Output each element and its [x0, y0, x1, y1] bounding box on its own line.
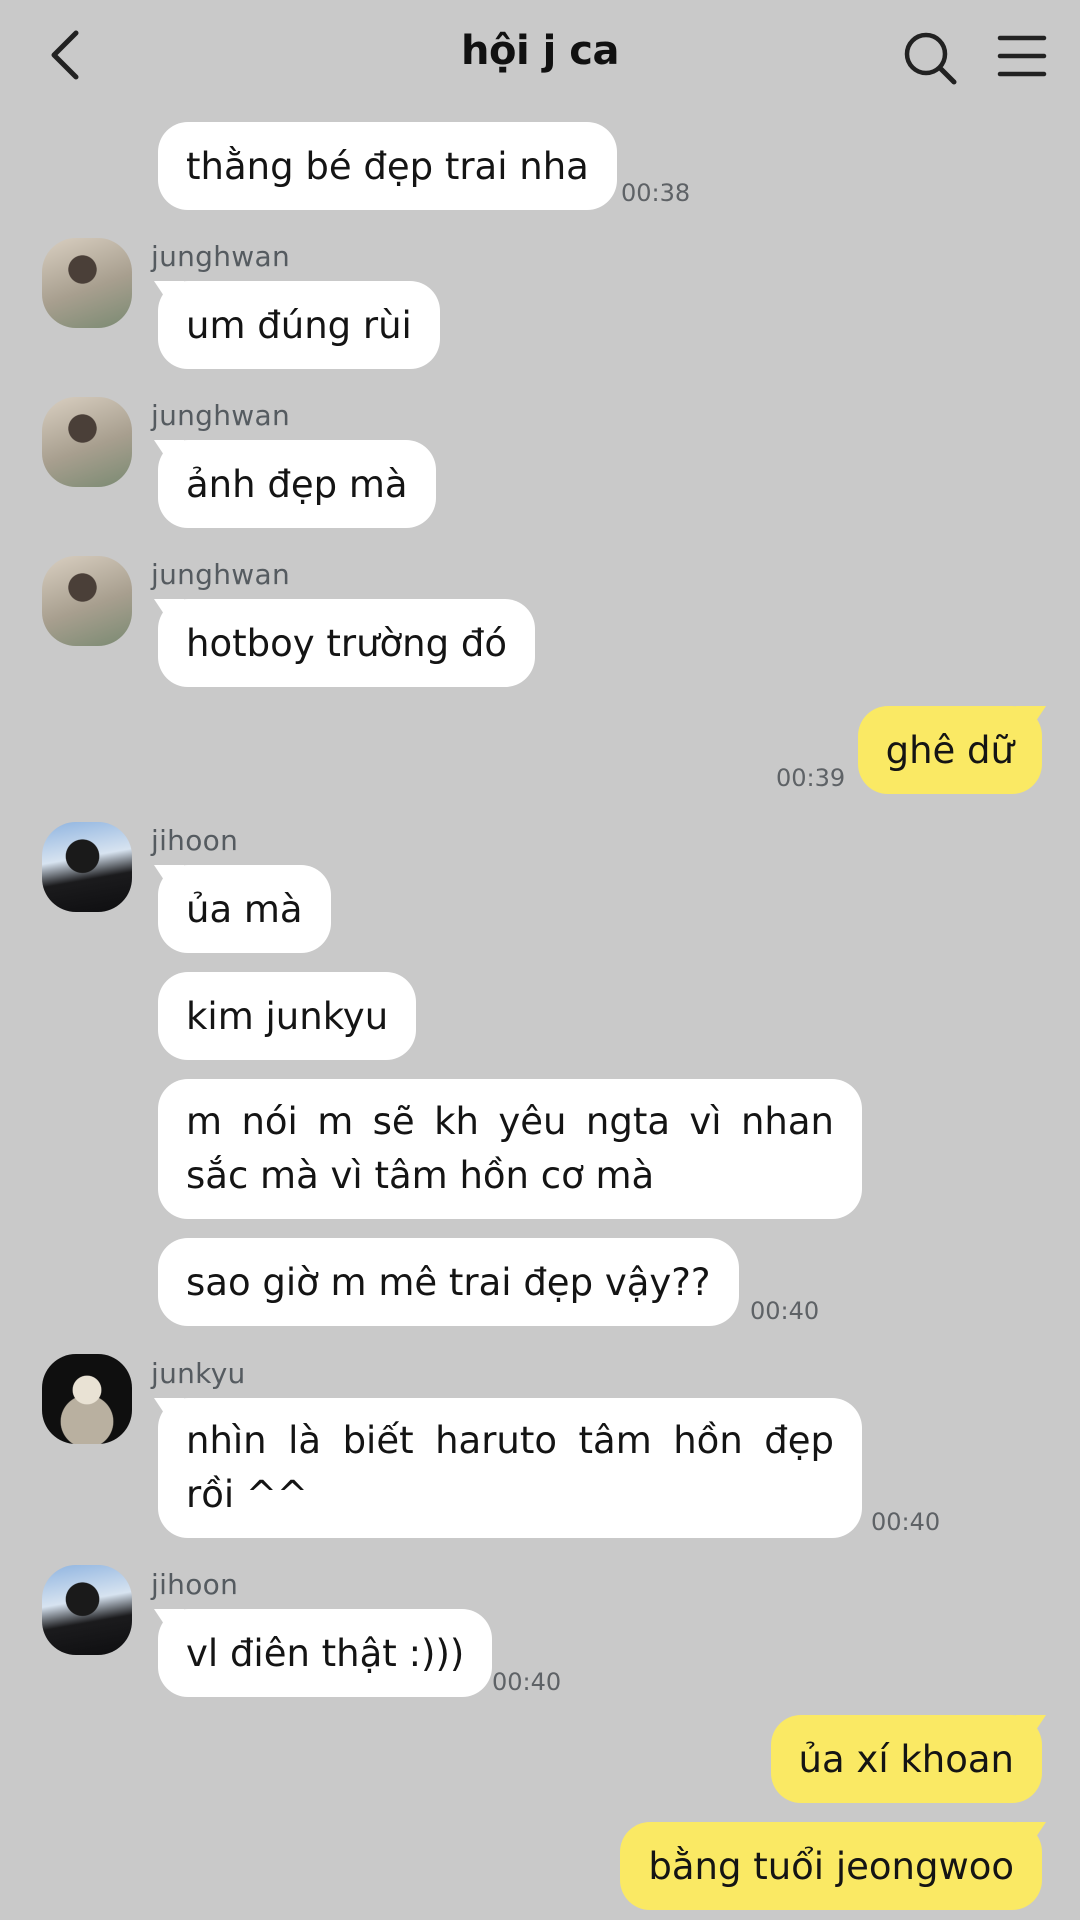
- menu-button[interactable]: [996, 30, 1048, 82]
- message-bubble[interactable]: um đúng rùi: [158, 281, 440, 369]
- avatar[interactable]: [42, 1354, 132, 1444]
- message-bubble-outgoing[interactable]: ghê dữ: [857, 706, 1042, 794]
- message-bubble[interactable]: kim junkyu: [158, 972, 417, 1060]
- message-bubble[interactable]: vl điên thật :))): [158, 1609, 493, 1697]
- sender-name: junkyu: [151, 1357, 246, 1390]
- message-bubble-outgoing[interactable]: bằng tuổi jeongwoo: [620, 1822, 1042, 1910]
- sender-name: junghwan: [151, 240, 290, 273]
- message-bubble[interactable]: thằng bé đẹp trai nha: [158, 122, 617, 210]
- sender-name: jihoon: [151, 1568, 239, 1601]
- message-time: 00:40: [492, 1668, 562, 1696]
- message-bubble[interactable]: ảnh đẹp mà: [158, 440, 436, 528]
- message-time: 00:40: [750, 1297, 820, 1325]
- sender-name: junghwan: [151, 399, 290, 432]
- message-time: 00:39: [776, 764, 846, 792]
- sender-name: junghwan: [151, 558, 290, 591]
- message-bubble[interactable]: m nói m sẽ kh yêu ngta vì nhan sắc mà vì…: [158, 1079, 862, 1219]
- message-bubble[interactable]: ủa mà: [158, 865, 331, 953]
- avatar[interactable]: [42, 238, 132, 328]
- message-bubble[interactable]: nhìn là biết haruto tâm hồn đẹp rồi ^^: [158, 1398, 862, 1538]
- avatar[interactable]: [42, 822, 132, 912]
- sender-name: jihoon: [151, 824, 239, 857]
- message-bubble[interactable]: hotboy trường đó: [158, 599, 536, 687]
- avatar[interactable]: [42, 397, 132, 487]
- hamburger-menu-icon: [997, 35, 1047, 77]
- avatar[interactable]: [42, 556, 132, 646]
- message-bubble[interactable]: sao giờ m mê trai đẹp vậy??: [158, 1238, 739, 1326]
- top-bar: hội j ca: [0, 0, 1080, 112]
- message-time: 00:40: [871, 1508, 941, 1536]
- search-button[interactable]: [900, 28, 960, 88]
- search-icon: [904, 32, 957, 85]
- avatar[interactable]: [42, 1565, 132, 1655]
- message-bubble-outgoing[interactable]: ủa xí khoan: [770, 1715, 1042, 1803]
- message-time: 00:38: [621, 179, 691, 207]
